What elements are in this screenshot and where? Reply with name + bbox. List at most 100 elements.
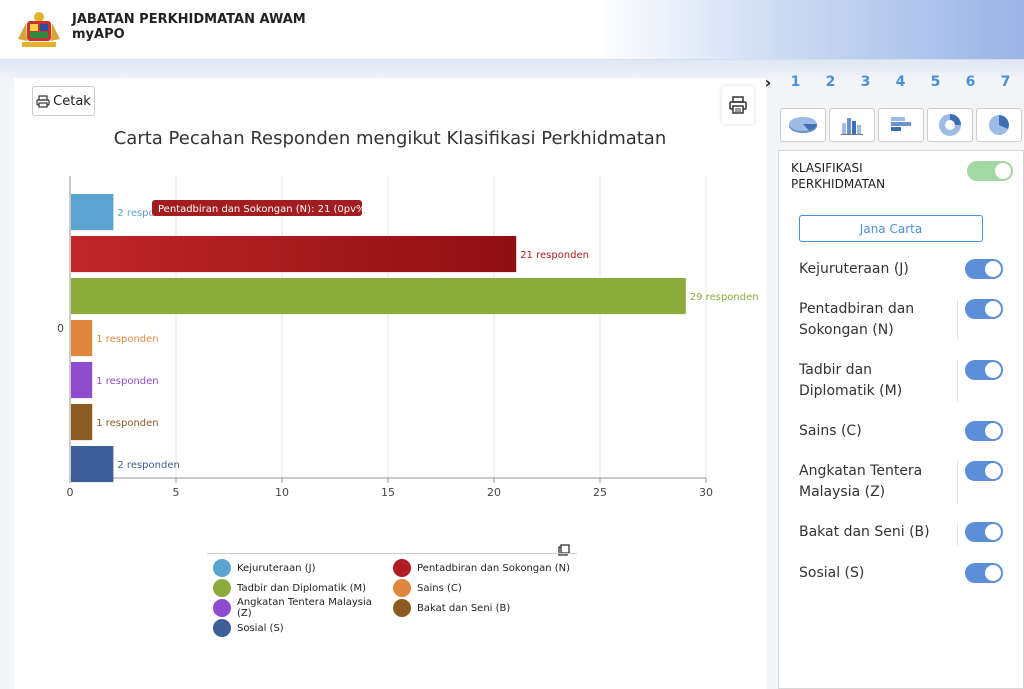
page-3[interactable]: 3 (848, 74, 883, 90)
legend-swatch (393, 599, 411, 617)
pie-chart-alt-button[interactable] (976, 108, 1022, 142)
legend-item[interactable]: Sains (C) (387, 579, 577, 597)
toggle-tadbir[interactable] (965, 360, 1003, 380)
legend-label: Kejuruteraan (J) (237, 562, 316, 574)
horizontal-bar-chart-button[interactable] (878, 108, 924, 142)
data-label-3: 1 responden (96, 334, 158, 345)
legend-label: Sosial (S) (237, 622, 284, 634)
chevron-right-icon[interactable]: › (758, 73, 778, 92)
legend-label: Pentadbiran dan Sokongan (N) (417, 562, 571, 574)
data-label-2: 29 responden (690, 292, 759, 303)
page-2[interactable]: 2 (813, 74, 848, 90)
donut-chart-icon (939, 114, 961, 136)
filter-option-pentadbiran: Pentadbiran dan Sokongan (N) (799, 299, 1009, 341)
legend-item[interactable]: Angkatan Tentera Malaysia (Z) (207, 597, 387, 619)
page-6[interactable]: 6 (953, 74, 988, 90)
legend-label: Tadbir dan Diplomatik (M) (237, 582, 367, 594)
generate-chart-button[interactable]: Jana Carta (799, 215, 983, 242)
divider (957, 360, 958, 402)
legend-label: Angkatan Tentera Malaysia (Z) (237, 597, 372, 619)
toggle-knob (995, 163, 1011, 179)
pie-chart-icon (789, 117, 818, 133)
legend-item[interactable]: Tadbir dan Diplomatik (M) (207, 579, 387, 597)
legend-label: Bakat dan Seni (B) (417, 602, 511, 614)
filter-title-line2: PERKHIDMATAN (791, 177, 886, 191)
filter-option-kejuruteraan: Kejuruteraan (J) (799, 259, 1009, 280)
filter-option-label: Sosial (S) (799, 565, 865, 581)
data-label-5: 1 responden (96, 418, 158, 429)
legend-swatch (213, 619, 231, 637)
filter-option-label: Bakat dan Seni (B) (799, 524, 930, 540)
pie-chart-alt-icon (989, 115, 1009, 135)
bar-1 (71, 236, 517, 273)
bar-5 (71, 404, 93, 441)
toggle-knob (985, 423, 1001, 439)
filter-option-label: Pentadbiran dan Sokongan (N) (799, 301, 915, 338)
page-1[interactable]: 1 (778, 74, 813, 90)
x-tick-label: 5 (173, 486, 180, 499)
y-tick-label: 0 (57, 322, 64, 335)
column-chart-icon (841, 118, 863, 135)
legend-swatch (393, 559, 411, 577)
filter-option-bakat: Bakat dan Seni (B) (799, 522, 1009, 546)
legend-label: Sains (C) (417, 582, 462, 594)
bar-3 (71, 320, 93, 357)
x-tick-label: 15 (381, 486, 395, 499)
bar-6 (71, 446, 114, 483)
legend-item[interactable]: Kejuruteraan (J) (207, 559, 387, 577)
toggle-knob (985, 301, 1001, 317)
filter-option-label: Kejuruteraan (J) (799, 261, 909, 277)
toggle-knob (985, 463, 1001, 479)
x-tick-label: 10 (275, 486, 289, 499)
toggle-sosial[interactable] (965, 563, 1003, 583)
toggle-pentadbiran[interactable] (965, 299, 1003, 319)
filter-option-label: Angkatan Tentera Malaysia (Z) (799, 463, 923, 500)
toggle-knob (985, 362, 1001, 378)
page-5[interactable]: 5 (918, 74, 953, 90)
donut-chart-button[interactable] (927, 108, 973, 142)
filter-option-label: Sains (C) (799, 423, 862, 439)
legend-item[interactable]: Sosial (S) (207, 619, 387, 637)
legend-item[interactable]: Bakat dan Seni (B) (387, 599, 577, 617)
chart-legend: Kejuruteraan (J) Pentadbiran dan Sokongan… (207, 553, 577, 637)
bar-4 (71, 362, 93, 399)
data-label-4: 1 responden (96, 376, 158, 387)
divider (957, 522, 958, 546)
legend-item[interactable]: Pentadbiran dan Sokongan (N) (387, 559, 577, 577)
x-tick-label: 20 (487, 486, 501, 499)
x-tick-label: 0 (67, 486, 74, 499)
page-navigator: › 1 2 3 4 5 6 7 (758, 70, 1024, 94)
master-toggle[interactable] (967, 161, 1013, 181)
toggle-knob (985, 565, 1001, 581)
legend-swatch (213, 599, 231, 617)
filter-option-label: Tadbir dan Diplomatik (M) (799, 362, 903, 399)
legend-swatch (393, 579, 411, 597)
filter-option-sains: Sains (C) (799, 421, 1009, 442)
horizontal-bar-chart-icon (891, 117, 911, 131)
data-label-1: 21 responden (520, 250, 589, 261)
page-4[interactable]: 4 (883, 74, 918, 90)
x-tick-label: 30 (699, 486, 713, 499)
chart-type-selector (780, 108, 1022, 142)
bar-2 (71, 278, 686, 315)
divider (957, 461, 958, 503)
divider (957, 299, 958, 339)
page-7[interactable]: 7 (988, 74, 1023, 90)
filter-panel-title: KLASIFIKASI PERKHIDMATAN (791, 160, 885, 192)
toggle-angkatan[interactable] (965, 461, 1003, 481)
x-tick-label: 25 (593, 486, 607, 499)
filter-panel: KLASIFIKASI PERKHIDMATAN Jana Carta Keju… (778, 150, 1024, 689)
tooltip-text: Pentadbiran dan Sokongan (N): 21 (0pv%) (158, 204, 370, 215)
filter-option-sosial: Sosial (S) (799, 563, 1009, 584)
toggle-sains[interactable] (965, 421, 1003, 441)
toggle-bakat[interactable] (965, 522, 1003, 542)
filter-option-angkatan: Angkatan Tentera Malaysia (Z) (799, 461, 1009, 503)
data-label-6: 2 responden (117, 460, 179, 471)
filter-title-line1: KLASIFIKASI (791, 161, 863, 175)
toggle-knob (985, 261, 1001, 277)
pie-chart-button[interactable] (780, 108, 826, 142)
column-chart-button[interactable] (829, 108, 875, 142)
toggle-kejuruteraan[interactable] (965, 259, 1003, 279)
filter-option-tadbir: Tadbir dan Diplomatik (M) (799, 360, 1009, 402)
legend-swatch (213, 579, 231, 597)
